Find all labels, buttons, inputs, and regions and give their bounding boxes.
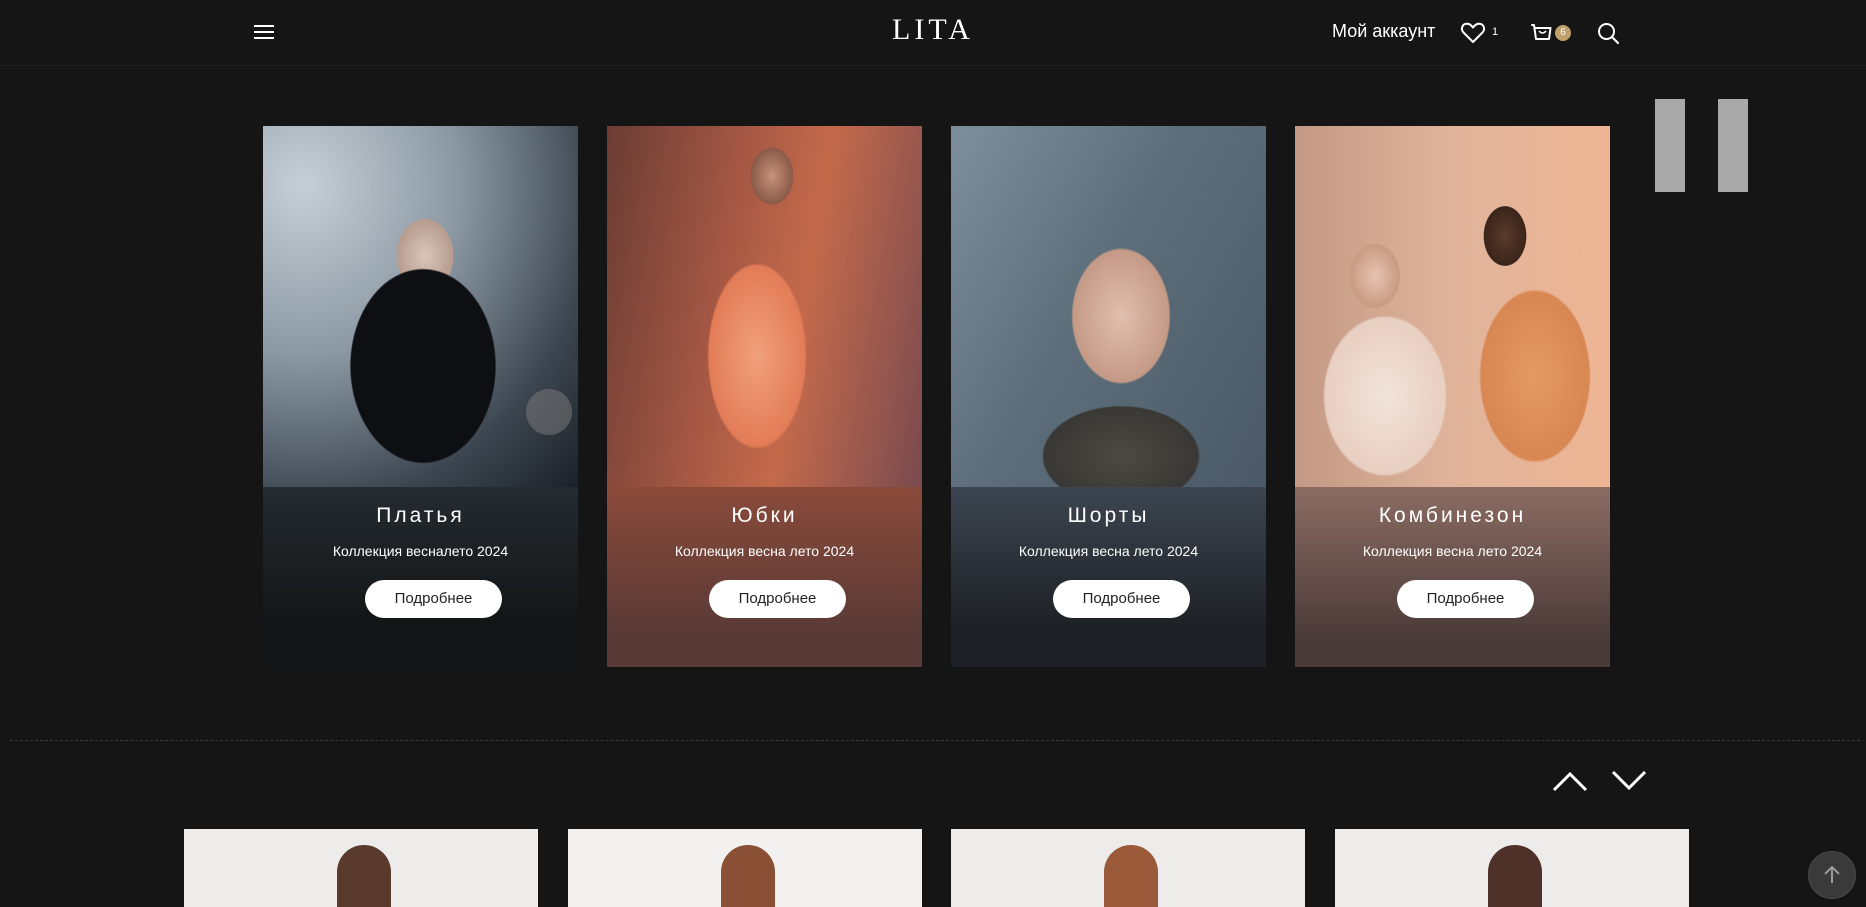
category-photo	[951, 126, 1266, 487]
category-card-skirts[interactable]: Юбки Коллекция весна лето 2024 Подробнее	[607, 126, 922, 667]
category-title: Платья	[376, 504, 465, 527]
category-subtitle: Коллекция весна лето 2024	[674, 543, 855, 559]
category-title: Юбки	[731, 504, 798, 527]
cart-count-badge: 6	[1555, 25, 1571, 41]
heart-icon[interactable]	[1460, 21, 1486, 50]
product-photo	[1488, 845, 1542, 907]
product-card[interactable]	[951, 829, 1305, 907]
product-card[interactable]	[184, 829, 538, 907]
slider-bar-right[interactable]	[1718, 99, 1748, 192]
category-card-dresses[interactable]: Платья Коллекция весналето 2024 Подробне…	[263, 126, 578, 667]
more-button[interactable]: Подробнее	[1053, 580, 1190, 618]
slider-bar-left[interactable]	[1655, 99, 1685, 192]
more-button[interactable]: Подробнее	[365, 580, 502, 618]
category-subtitle: Коллекция весна лето 2024	[1362, 543, 1543, 559]
site-logo[interactable]: LITA	[892, 13, 974, 46]
product-card[interactable]	[1335, 829, 1689, 907]
section-divider	[10, 740, 1860, 741]
search-icon[interactable]	[1596, 21, 1620, 50]
category-card-jumpsuit[interactable]: Комбинезон Коллекция весна лето 2024 Под…	[1295, 126, 1610, 667]
wishlist-count: 1	[1492, 26, 1499, 38]
product-card[interactable]	[568, 829, 922, 907]
my-account-link[interactable]: Мой аккаунт	[1332, 21, 1435, 42]
site-header: LITA Мой аккаунт 1 6	[0, 0, 1866, 66]
cart-icon[interactable]	[1529, 21, 1553, 50]
menu-icon[interactable]	[252, 22, 276, 42]
more-button[interactable]: Подробнее	[1397, 580, 1534, 618]
chevron-up-icon[interactable]	[1551, 768, 1589, 799]
product-photo	[721, 845, 775, 907]
category-subtitle: Коллекция весна лето 2024	[1018, 543, 1199, 559]
scroll-to-top-button[interactable]	[1808, 851, 1856, 899]
more-button[interactable]: Подробнее	[709, 580, 846, 618]
category-title: Комбинезон	[1378, 504, 1527, 527]
chevron-down-icon[interactable]	[1610, 768, 1648, 799]
category-photo	[1295, 126, 1610, 487]
product-photo	[1104, 845, 1158, 907]
category-title: Шорты	[1067, 504, 1150, 527]
category-card-shorts[interactable]: Шорты Коллекция весна лето 2024 Подробне…	[951, 126, 1266, 667]
category-photo	[263, 126, 578, 487]
arrow-up-icon	[1824, 865, 1840, 883]
cursor-indicator	[526, 389, 572, 435]
category-subtitle: Коллекция весналето 2024	[332, 543, 509, 559]
category-photo	[607, 126, 922, 487]
product-photo	[337, 845, 391, 907]
